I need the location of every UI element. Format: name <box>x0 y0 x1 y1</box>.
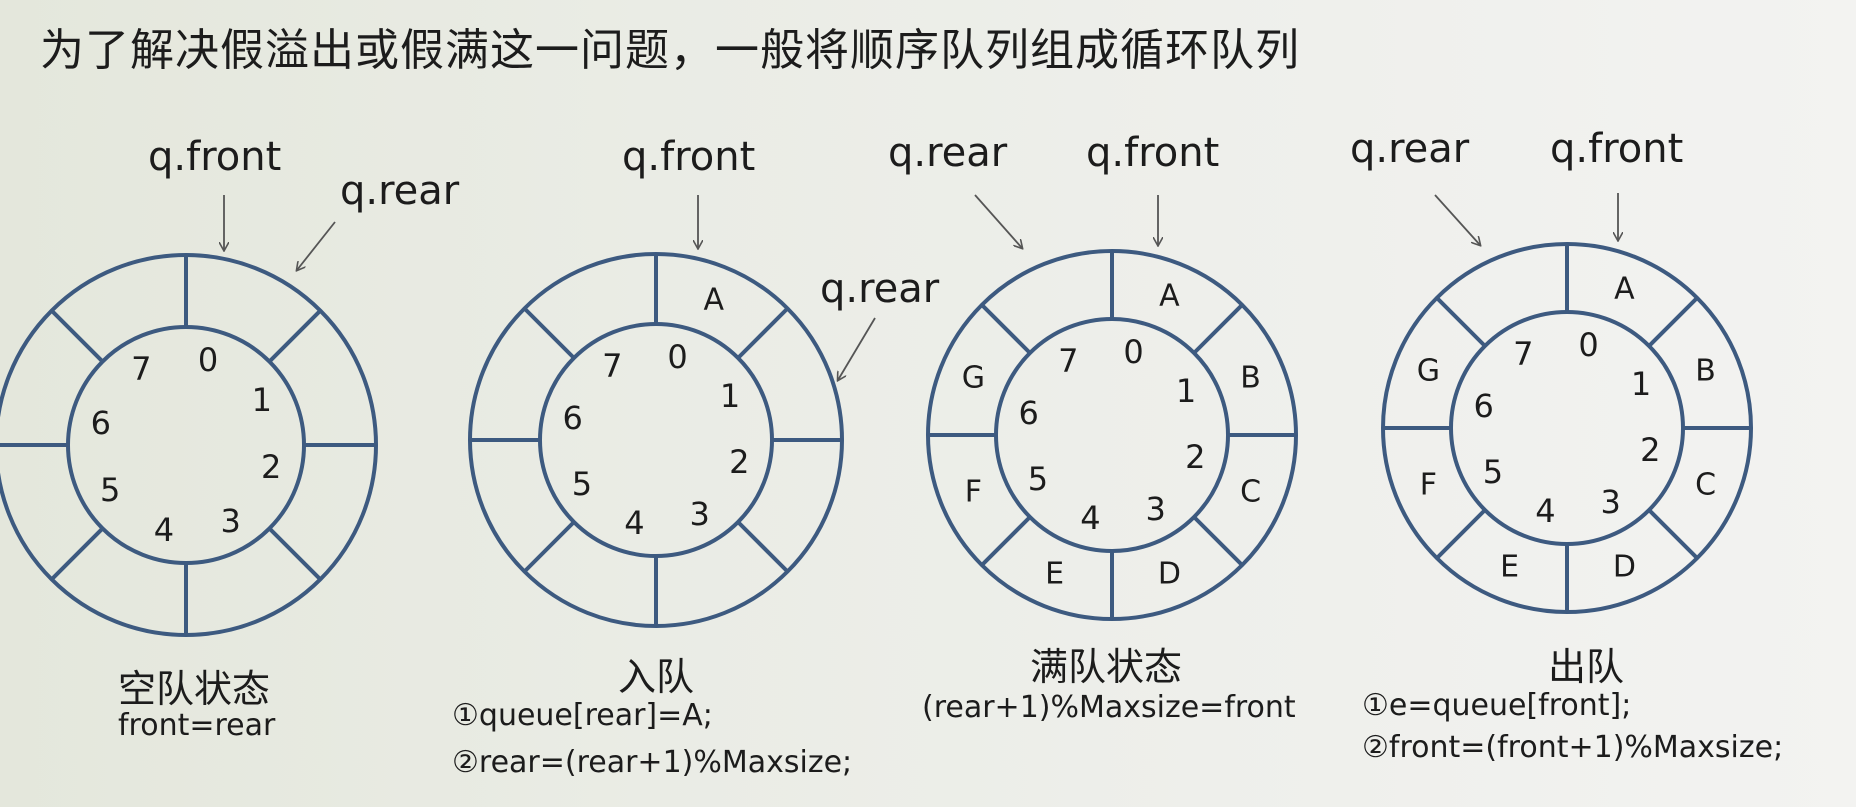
rear-arrow-4 <box>1434 194 1480 245</box>
slot-element-f: F <box>964 474 983 510</box>
slot-element-d: D <box>1157 556 1181 592</box>
inner-circle <box>994 317 1230 553</box>
formula-enqueue-2: ②rear=(rear+1)%Maxsize; <box>452 745 853 780</box>
slot-divider <box>267 309 322 364</box>
slot-divider <box>736 307 789 360</box>
caption-enqueue: 入队 <box>618 655 695 699</box>
index-label-3: 3 <box>689 495 710 534</box>
slot-divider <box>523 520 576 573</box>
index-label-5: 5 <box>571 464 593 503</box>
rear-arrow-1 <box>297 221 336 270</box>
slot-divider <box>1435 508 1487 560</box>
index-label-0: 0 <box>667 337 688 376</box>
slot-element-g: G <box>1416 353 1441 389</box>
index-label-0: 0 <box>197 340 219 379</box>
inner-circle <box>1449 310 1685 546</box>
index-label-3: 3 <box>1145 490 1166 529</box>
slot-divider <box>980 303 1032 355</box>
queue-ring-3 <box>926 249 1298 621</box>
queue-ring-1 <box>0 253 378 637</box>
slot-element-e: E <box>1045 556 1065 592</box>
slot-divider <box>50 309 105 364</box>
index-label-4: 4 <box>1080 499 1101 538</box>
q-rear-label-4: q.rear <box>1350 126 1470 172</box>
slot-element-a: A <box>703 282 725 318</box>
caption-empty: 空队状态 <box>118 667 271 711</box>
q-front-label-3: q.front <box>1086 130 1220 176</box>
index-label-2: 2 <box>1640 430 1661 469</box>
q-front-label-1: q.front <box>148 134 282 180</box>
q-rear-label-3: q.rear <box>888 130 1008 176</box>
index-label-1: 1 <box>719 377 741 416</box>
q-rear-label-1: q.rear <box>340 168 460 214</box>
index-label-1: 1 <box>1175 372 1197 411</box>
slot-divider <box>736 520 789 573</box>
slot-divider <box>1647 508 1699 560</box>
slot-divider <box>50 526 105 581</box>
slot-divider <box>1192 515 1244 567</box>
index-label-5: 5 <box>1027 459 1049 498</box>
slot-divider <box>1192 303 1244 355</box>
inner-circle <box>66 325 306 565</box>
slot-element-b: B <box>1695 353 1716 389</box>
index-label-7: 7 <box>1513 334 1534 373</box>
index-label-6: 6 <box>1018 394 1039 433</box>
formula-empty-1: front=rear <box>118 708 276 743</box>
slot-element-c: C <box>1695 467 1717 503</box>
index-label-6: 6 <box>90 403 111 442</box>
formula-enqueue-1: ①queue[rear]=A; <box>452 698 713 733</box>
queue-ring-4 <box>1381 242 1753 614</box>
index-label-5: 5 <box>1482 452 1504 491</box>
index-label-7: 7 <box>602 346 623 385</box>
rear-arrow-3 <box>974 194 1022 248</box>
slot-divider <box>980 515 1032 567</box>
index-label-1: 1 <box>251 381 272 420</box>
inner-circle <box>538 322 774 558</box>
formula-dequeue-2: ②front=(front+1)%Maxsize; <box>1362 730 1784 765</box>
index-label-4: 4 <box>153 511 175 550</box>
slot-element-a: A <box>1614 271 1635 307</box>
slot-element-b: B <box>1240 360 1261 396</box>
slot-element-f: F <box>1419 467 1438 503</box>
slot-divider <box>1647 296 1699 348</box>
slot-divider <box>523 307 576 360</box>
index-label-4: 4 <box>624 504 645 543</box>
index-label-2: 2 <box>261 448 282 487</box>
index-label-7: 7 <box>131 350 152 389</box>
index-label-2: 2 <box>1185 437 1206 476</box>
q-front-label-2: q.front <box>622 134 756 180</box>
index-label-3: 3 <box>1600 483 1621 522</box>
index-label-2: 2 <box>729 442 750 481</box>
slot-divider <box>1435 296 1487 348</box>
slot-element-g: G <box>961 360 986 396</box>
slot-divider <box>267 526 322 581</box>
index-label-4: 4 <box>1535 492 1556 531</box>
caption-full: 满队状态 <box>1030 645 1183 689</box>
slot-element-e: E <box>1500 549 1520 585</box>
index-label-5: 5 <box>99 470 121 509</box>
slot-element-a: A <box>1159 278 1180 314</box>
formula-full-1: (rear+1)%Maxsize=front <box>922 690 1296 725</box>
index-label-3: 3 <box>220 501 241 540</box>
queue-ring-2 <box>468 252 844 628</box>
index-label-6: 6 <box>562 399 583 438</box>
index-label-6: 6 <box>1473 387 1494 426</box>
slot-element-d: D <box>1612 549 1636 585</box>
index-label-1: 1 <box>1630 365 1652 404</box>
q-front-label-4: q.front <box>1550 126 1684 172</box>
q-rear-label-2: q.rear <box>820 266 940 312</box>
caption-dequeue: 出队 <box>1548 645 1625 689</box>
index-label-0: 0 <box>1123 332 1144 371</box>
index-label-0: 0 <box>1578 325 1599 364</box>
index-label-7: 7 <box>1058 341 1079 380</box>
slot-element-c: C <box>1240 474 1262 510</box>
formula-dequeue-1: ①e=queue[front]; <box>1362 688 1632 723</box>
rear-arrow-2 <box>838 317 876 380</box>
